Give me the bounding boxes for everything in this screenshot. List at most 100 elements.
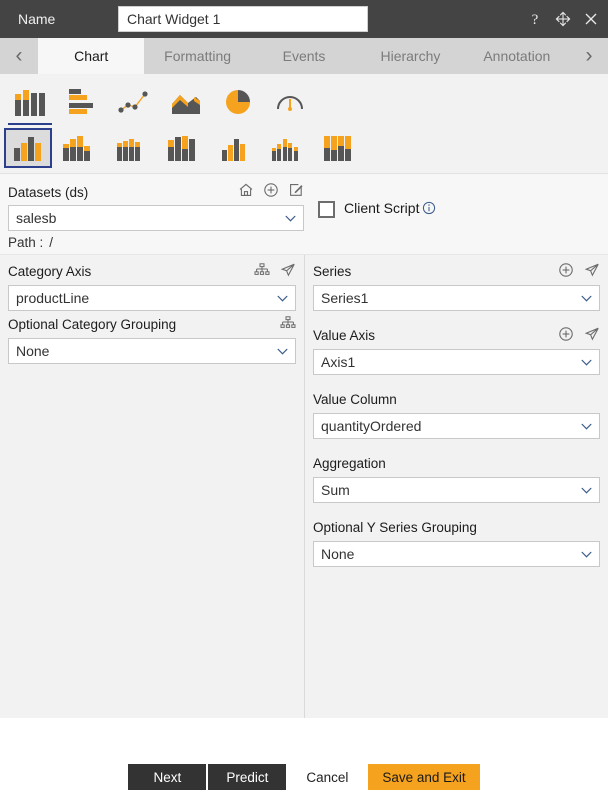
column-chart-icon[interactable] [4,81,56,125]
full-stacked-column-icon[interactable] [312,127,364,169]
value-column-label: Value Column [313,392,397,407]
stacked-column-narrow-icon[interactable] [104,127,156,169]
gauge-chart-icon[interactable] [264,81,316,123]
next-button[interactable]: Next [128,764,207,790]
predict-button[interactable]: Predict [208,764,287,790]
save-and-exit-button[interactable]: Save and Exit [368,764,480,790]
value-column-select[interactable]: quantityOrdered [313,413,600,439]
y-series-grouping-header: Optional Y Series Grouping [313,517,600,538]
tab-events[interactable]: Events [250,38,358,74]
path-label: Path : [8,235,44,250]
plus-circle-icon[interactable] [558,262,574,278]
value-column-select-wrap: quantityOrdered [313,413,600,439]
tabs-prev-arrow[interactable]: ‹ [0,38,38,74]
value-axis-label: Value Axis [313,328,376,343]
value-axis-field: Value Axis Axis1 [313,325,600,375]
series-select-wrap: Series1 [313,285,600,311]
client-script-checkbox[interactable] [318,201,335,218]
tab-annotation[interactable]: Annotation [463,38,571,74]
category-grouping-select-wrap: None [8,338,296,364]
series-field: Series Series1 [313,261,600,311]
tab-hierarchy[interactable]: Hierarchy [357,38,464,74]
category-axis-select-wrap: productLine [8,285,296,311]
category-grouping-label: Optional Category Grouping [8,317,177,332]
dataset-select[interactable]: salesb [8,205,304,231]
tab-bar: ‹ Chart Formatting Events Hierarchy Annotati… [0,38,608,74]
send-arrow-icon[interactable] [584,262,600,278]
footer-button-bar: Next Predict Cancel Save and Exit [0,755,608,799]
info-icon[interactable] [422,201,436,215]
pie-chart-icon[interactable] [212,81,264,123]
series-header: Series [313,261,600,282]
value-axis-header: Value Axis [313,325,600,346]
header-icon-group: ? [526,0,600,38]
tabs-next-arrow[interactable]: › [570,38,608,74]
category-axis-header: Category Axis [8,261,296,282]
category-axis-field: Category Axis productLine [8,261,296,311]
send-arrow-icon[interactable] [280,262,296,278]
tab-formatting[interactable]: Formatting [144,38,251,74]
category-grouping-select[interactable]: None [8,338,296,364]
dataset-section: Datasets (ds) salesb Path: / Client Scr… [0,174,608,255]
stacked-column-icon[interactable] [52,127,104,169]
stacked-column-tall-icon[interactable] [156,127,208,169]
dataset-left: Datasets (ds) salesb Path: / [8,182,304,250]
hierarchy-icon[interactable] [254,262,270,278]
aggregation-select[interactable]: Sum [313,477,600,503]
cancel-button[interactable]: Cancel [288,764,367,790]
grouped-stacked-column-icon[interactable] [260,127,312,169]
clustered-column-icon[interactable] [4,128,52,168]
aggregation-label: Aggregation [313,456,386,471]
widget-name-input[interactable] [118,6,368,32]
left-config-panel: Category Axis productLine Optional Categ… [0,255,305,718]
series-select[interactable]: Series1 [313,285,600,311]
series-label: Series [313,264,352,279]
panel-spacer [313,506,600,517]
column-ascending-icon[interactable] [208,127,260,169]
y-series-grouping-label: Optional Y Series Grouping [313,520,477,535]
y-series-grouping-field: Optional Y Series Grouping None [313,517,600,567]
client-script-row: Client Script [304,182,600,250]
aggregation-select-wrap: Sum [313,477,600,503]
svg-text:?: ? [532,12,539,27]
window-header: Name ? [0,0,608,38]
edit-pencil-icon[interactable] [288,182,304,198]
category-axis-select[interactable]: productLine [8,285,296,311]
close-icon[interactable] [582,10,600,28]
category-grouping-field: Optional Category Grouping None [8,314,296,364]
category-axis-label: Category Axis [8,264,92,279]
y-series-grouping-select[interactable]: None [313,541,600,567]
bar-chart-icon[interactable] [56,81,108,123]
config-panels: Category Axis productLine Optional Categ… [0,255,608,718]
panel-spacer [313,378,600,389]
area-chart-icon[interactable] [160,81,212,123]
value-column-field: Value Column quantityOrdered [313,389,600,439]
panel-spacer [313,314,600,325]
chart-type-selector [0,74,608,174]
plus-circle-icon[interactable] [558,326,574,342]
category-grouping-icons [280,315,296,331]
name-label: Name [18,11,56,27]
chart-variant-row [0,123,608,173]
home-icon[interactable] [238,182,254,198]
dataset-icon-group [238,182,304,198]
series-icons [558,262,600,278]
value-axis-select-wrap: Axis1 [313,349,600,375]
plus-circle-icon[interactable] [263,182,279,198]
hierarchy-icon[interactable] [280,315,296,331]
send-arrow-icon[interactable] [584,326,600,342]
question-mark-icon[interactable]: ? [526,10,544,28]
value-column-header: Value Column [313,389,600,410]
right-config-panel: Series Series1 Value Axis Axis1 Value Co… [305,255,608,718]
tab-chart[interactable]: Chart [38,38,145,74]
line-chart-icon[interactable] [108,81,160,123]
aggregation-field: Aggregation Sum [313,453,600,503]
datasets-label: Datasets (ds) [8,184,89,200]
dataset-select-wrap: salesb [8,205,304,231]
y-series-grouping-select-wrap: None [313,541,600,567]
value-axis-select[interactable]: Axis1 [313,349,600,375]
category-grouping-header: Optional Category Grouping [8,314,296,335]
move-icon[interactable] [554,10,572,28]
chart-category-row [0,79,608,125]
panel-spacer [313,442,600,453]
